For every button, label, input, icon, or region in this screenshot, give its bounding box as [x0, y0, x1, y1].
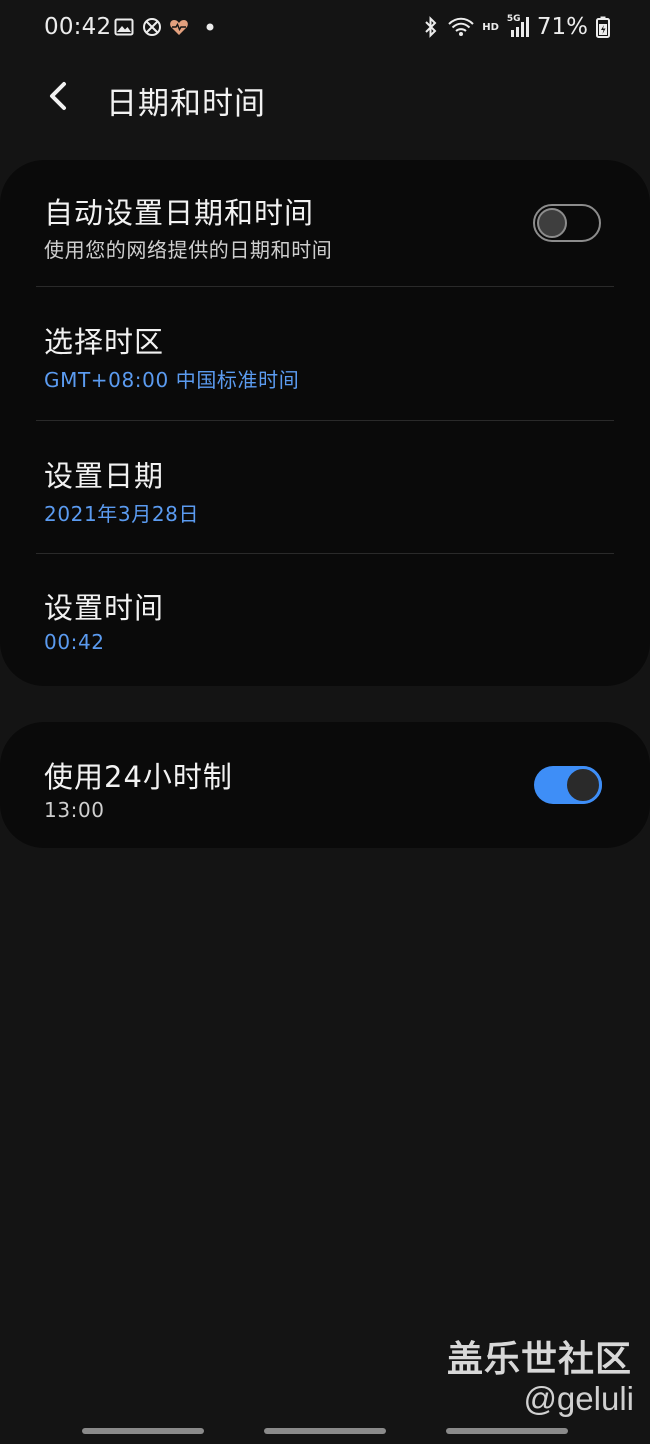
- set-time-title: 设置时间: [44, 591, 165, 625]
- set-date-title: 设置日期: [44, 459, 165, 493]
- timezone-title: 选择时区: [44, 325, 165, 359]
- date-time-settings-card: 自动设置日期和时间 使用您的网络提供的日期和时间 选择时区 GMT+08:00 …: [0, 160, 650, 686]
- no-disturb-icon: [143, 18, 161, 36]
- auto-set-row[interactable]: 自动设置日期和时间 使用您的网络提供的日期和时间: [0, 160, 650, 286]
- dot-icon: [206, 23, 214, 31]
- status-time: 00:42: [44, 14, 112, 40]
- nav-home-button[interactable]: [264, 1428, 386, 1434]
- heart-icon: [170, 20, 188, 35]
- signal-bars-icon: [510, 17, 529, 37]
- use-24h-subtitle: 13:00: [44, 798, 105, 822]
- timezone-row[interactable]: 选择时区 GMT+08:00 中国标准时间: [0, 287, 650, 419]
- toggle-knob: [537, 208, 567, 238]
- set-date-row[interactable]: 设置日期 2021年3月28日: [0, 421, 650, 553]
- set-time-row[interactable]: 设置时间 00:42: [0, 554, 650, 686]
- use-24h-title: 使用24小时制: [44, 760, 233, 794]
- use-24h-row[interactable]: 使用24小时制 13:00: [0, 722, 650, 848]
- nav-recents-button[interactable]: [82, 1428, 204, 1434]
- toggle-knob: [564, 766, 602, 804]
- set-date-value: 2021年3月28日: [44, 502, 200, 526]
- page-title: 日期和时间: [106, 86, 266, 122]
- status-right: HD 5G 71%: [422, 14, 610, 40]
- status-bar: 00:42 HD 5G 71%: [0, 0, 650, 56]
- use-24h-toggle[interactable]: [534, 766, 602, 804]
- back-button[interactable]: [36, 74, 80, 118]
- timezone-value: GMT+08:00 中国标准时间: [44, 368, 300, 392]
- battery-icon: [596, 16, 610, 38]
- watermark-handle: @geluli: [523, 1380, 634, 1417]
- nav-back-button[interactable]: [446, 1428, 568, 1434]
- auto-set-title: 自动设置日期和时间: [44, 196, 315, 230]
- chevron-left-icon: [50, 82, 66, 110]
- wifi-icon: [448, 17, 474, 36]
- battery-percent: 71%: [536, 14, 588, 40]
- watermark-title: 盖乐世社区: [446, 1339, 632, 1380]
- signal-5g-icon: 5G: [507, 14, 529, 38]
- time-format-card: 使用24小时制 13:00: [0, 722, 650, 848]
- set-time-value: 00:42: [44, 630, 105, 654]
- auto-set-toggle[interactable]: [533, 204, 601, 242]
- hd-icon: HD: [482, 21, 499, 33]
- auto-set-subtitle: 使用您的网络提供的日期和时间: [44, 238, 333, 262]
- image-icon: [114, 18, 134, 36]
- bluetooth-icon: [425, 16, 437, 38]
